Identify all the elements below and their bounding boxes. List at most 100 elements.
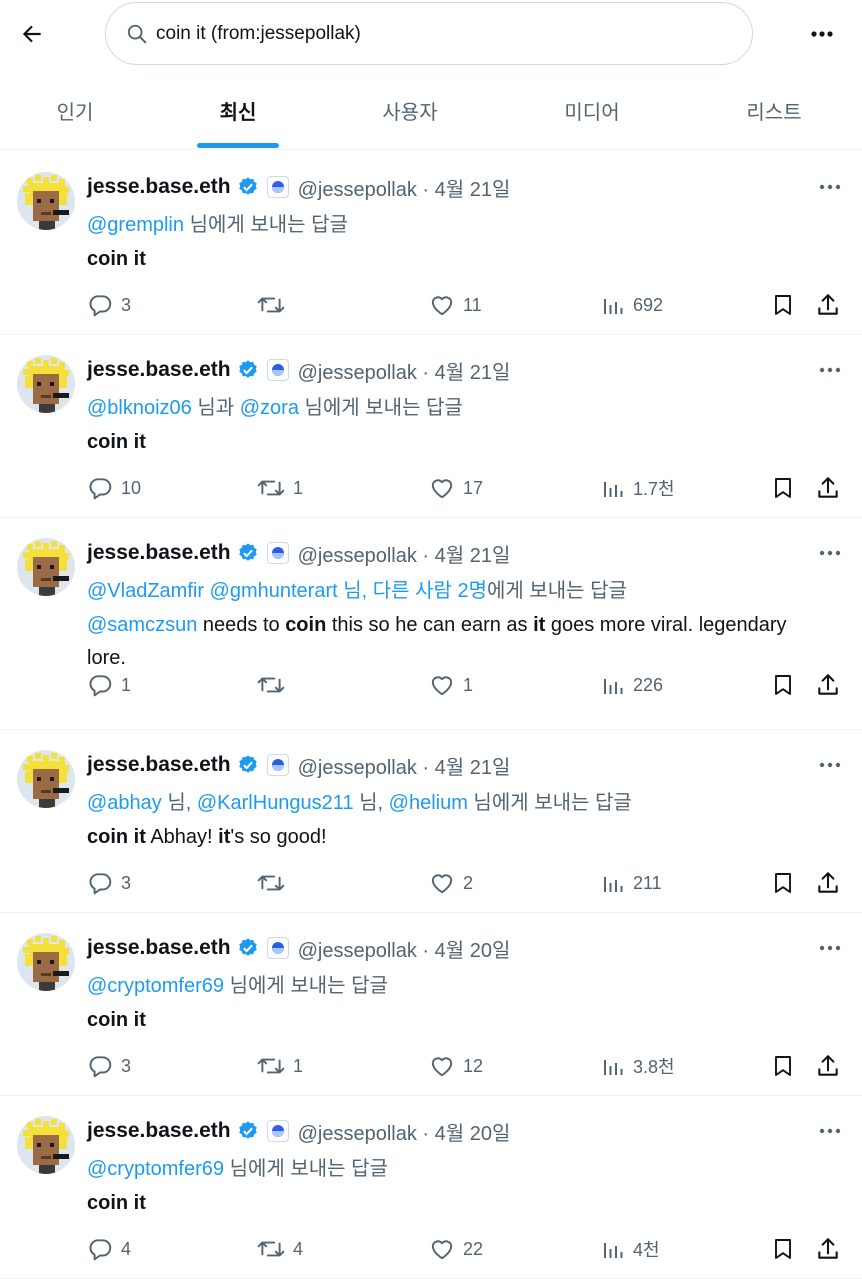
tweet-header: jesse.base.eth @jessepollak · 4월 21일 bbox=[87, 750, 510, 780]
handle-and-date[interactable]: @jessepollak · 4월 21일 bbox=[298, 173, 511, 202]
retweet-button[interactable] bbox=[257, 290, 293, 320]
author-name[interactable]: jesse.base.eth bbox=[87, 358, 231, 382]
share-button[interactable] bbox=[815, 1234, 841, 1264]
tweet-text-segment: coin it bbox=[87, 826, 146, 848]
reply-button[interactable]: 4 bbox=[87, 1234, 131, 1264]
like-button[interactable]: 1 bbox=[429, 670, 473, 700]
handle-and-date[interactable]: @jessepollak · 4월 21일 bbox=[298, 356, 511, 385]
affiliate-base-icon[interactable] bbox=[266, 359, 289, 381]
tweet-more-icon[interactable] bbox=[812, 750, 848, 780]
retweet-button[interactable]: 1 bbox=[257, 1051, 303, 1081]
bookmark-button[interactable] bbox=[771, 670, 795, 700]
mention-link[interactable]: @KarlHungus211 bbox=[197, 792, 354, 814]
avatar[interactable] bbox=[17, 355, 75, 413]
like-button[interactable]: 2 bbox=[429, 868, 473, 898]
affiliate-base-icon[interactable] bbox=[266, 1120, 289, 1142]
mention-link[interactable]: @zora bbox=[240, 397, 299, 419]
mention-link[interactable]: @VladZamfir @gmhunterart 님, 다른 사람 2명 bbox=[87, 580, 487, 602]
views-button[interactable]: 3.8천 bbox=[601, 1051, 675, 1081]
reply-button[interactable]: 3 bbox=[87, 1051, 131, 1081]
tweet[interactable]: jesse.base.eth @jessepollak · 4월 21일 @bl… bbox=[0, 335, 862, 518]
mention-link[interactable]: @abhay bbox=[87, 792, 162, 814]
tweet[interactable]: jesse.base.eth @jessepollak · 4월 20일 @cr… bbox=[0, 1096, 862, 1279]
view-count: 3.8천 bbox=[633, 1057, 675, 1077]
reply-button[interactable]: 10 bbox=[87, 473, 141, 503]
handle-and-date[interactable]: @jessepollak · 4월 20일 bbox=[298, 1117, 511, 1146]
tweet-more-icon[interactable] bbox=[812, 1116, 848, 1146]
retweet-button[interactable]: 1 bbox=[257, 473, 303, 503]
tab-people[interactable]: 사용자 bbox=[360, 70, 460, 150]
tab-top[interactable]: 인기 bbox=[30, 70, 120, 150]
share-button[interactable] bbox=[815, 868, 841, 898]
mention-link[interactable]: @helium bbox=[389, 792, 468, 814]
tab-lists[interactable]: 리스트 bbox=[724, 70, 824, 150]
views-button[interactable]: 1.7천 bbox=[601, 473, 675, 503]
author-name[interactable]: jesse.base.eth bbox=[87, 1119, 231, 1143]
author-name[interactable]: jesse.base.eth bbox=[87, 541, 231, 565]
retweet-button[interactable]: 4 bbox=[257, 1234, 303, 1264]
search-input[interactable]: coin it (from:jessepollak) bbox=[105, 2, 753, 65]
share-button[interactable] bbox=[815, 290, 841, 320]
bookmark-button[interactable] bbox=[771, 1234, 795, 1264]
tweet[interactable]: jesse.base.eth @jessepollak · 4월 20일 @cr… bbox=[0, 913, 862, 1096]
affiliate-base-icon[interactable] bbox=[266, 937, 289, 959]
tweet-more-icon[interactable] bbox=[812, 538, 848, 568]
avatar[interactable] bbox=[17, 933, 75, 991]
handle-and-date[interactable]: @jessepollak · 4월 21일 bbox=[298, 751, 511, 780]
affiliate-base-icon[interactable] bbox=[266, 754, 289, 776]
author-name[interactable]: jesse.base.eth bbox=[87, 175, 231, 199]
verified-badge-icon bbox=[237, 542, 259, 564]
active-tab-indicator bbox=[197, 143, 279, 148]
tweet[interactable]: jesse.base.eth @jessepollak · 4월 21일 @Vl… bbox=[0, 518, 862, 730]
bookmark-button[interactable] bbox=[771, 1051, 795, 1081]
replying-to: @cryptomfer69 님에게 보내는 답글 bbox=[87, 969, 388, 998]
share-icon bbox=[818, 477, 838, 498]
mention-link[interactable]: @blknoiz06 bbox=[87, 397, 192, 419]
share-button[interactable] bbox=[815, 670, 841, 700]
tweet-more-icon[interactable] bbox=[812, 355, 848, 385]
reply-button[interactable]: 3 bbox=[87, 868, 131, 898]
share-button[interactable] bbox=[815, 1051, 841, 1081]
tab-media[interactable]: 미디어 bbox=[542, 70, 642, 150]
reply-button[interactable]: 3 bbox=[87, 290, 131, 320]
handle-and-date[interactable]: @jessepollak · 4월 21일 bbox=[298, 539, 511, 568]
avatar[interactable] bbox=[17, 1116, 75, 1174]
like-button[interactable]: 17 bbox=[429, 473, 483, 503]
retweet-button[interactable] bbox=[257, 868, 293, 898]
replying-to: @abhay 님, @KarlHungus211 님, @helium 님에게 … bbox=[87, 786, 632, 815]
tweet[interactable]: jesse.base.eth @jessepollak · 4월 21일 @gr… bbox=[0, 152, 862, 335]
share-button[interactable] bbox=[815, 473, 841, 503]
like-button[interactable]: 11 bbox=[429, 290, 482, 320]
reply-button[interactable]: 1 bbox=[87, 670, 131, 700]
avatar[interactable] bbox=[17, 538, 75, 596]
retweet-button[interactable] bbox=[257, 670, 293, 700]
handle-and-date[interactable]: @jessepollak · 4월 20일 bbox=[298, 934, 511, 963]
mention-link[interactable]: @cryptomfer69 bbox=[87, 1158, 224, 1180]
author-name[interactable]: jesse.base.eth bbox=[87, 753, 231, 777]
mention-link[interactable]: @gremplin bbox=[87, 214, 184, 236]
mention-link[interactable]: @samczsun bbox=[87, 614, 197, 636]
tweet-more-icon[interactable] bbox=[812, 933, 848, 963]
views-button[interactable]: 4천 bbox=[601, 1234, 660, 1264]
author-name[interactable]: jesse.base.eth bbox=[87, 936, 231, 960]
like-button[interactable]: 12 bbox=[429, 1051, 483, 1081]
bookmark-icon bbox=[775, 295, 791, 315]
bookmark-button[interactable] bbox=[771, 290, 795, 320]
views-button[interactable]: 211 bbox=[601, 868, 662, 898]
bookmark-button[interactable] bbox=[771, 473, 795, 503]
like-button[interactable]: 22 bbox=[429, 1234, 483, 1264]
avatar[interactable] bbox=[17, 172, 75, 230]
avatar[interactable] bbox=[17, 750, 75, 808]
tweet[interactable]: jesse.base.eth @jessepollak · 4월 21일 @ab… bbox=[0, 730, 862, 913]
back-arrow-icon[interactable] bbox=[14, 16, 50, 52]
views-button[interactable]: 692 bbox=[601, 290, 663, 320]
more-options-icon[interactable] bbox=[802, 16, 842, 52]
bookmark-button[interactable] bbox=[771, 868, 795, 898]
affiliate-base-icon[interactable] bbox=[266, 176, 289, 198]
views-button[interactable]: 226 bbox=[601, 670, 663, 700]
views-icon bbox=[604, 299, 623, 314]
tweet-more-icon[interactable] bbox=[812, 172, 848, 202]
affiliate-base-icon[interactable] bbox=[266, 542, 289, 564]
tab-latest[interactable]: 최신 bbox=[193, 70, 283, 150]
mention-link[interactable]: @cryptomfer69 bbox=[87, 975, 224, 997]
